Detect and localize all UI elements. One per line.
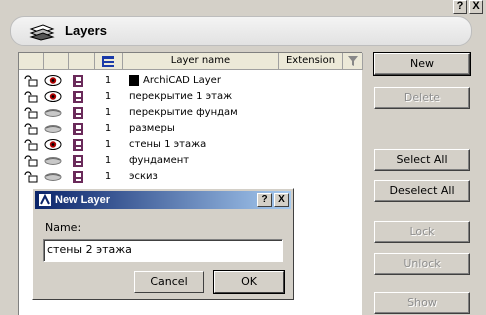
deselect-all-button[interactable]: Deselect All (374, 180, 470, 202)
intersection-group-icon (101, 56, 114, 67)
layer-row[interactable]: 1 ArchiCAD Layer (19, 73, 361, 89)
layer-row[interactable]: 1 фундамент (19, 153, 361, 169)
layer-name: эскиз (129, 171, 158, 182)
archicad-layer-icon (129, 75, 139, 86)
intersection-number: 1 (104, 123, 112, 134)
filter-button[interactable] (343, 53, 363, 70)
unlock-icon[interactable] (23, 122, 39, 135)
col-lock[interactable] (19, 53, 44, 70)
help-title-button[interactable]: ? (453, 0, 467, 14)
layer-name: ArchiCAD Layer (143, 75, 221, 86)
layer-name: фундамент (129, 155, 190, 166)
delete-button[interactable]: Delete (374, 87, 470, 109)
unlock-button[interactable]: Unlock (374, 253, 470, 275)
funnel-icon (347, 56, 358, 66)
dialog-title: New Layer (55, 194, 111, 206)
col-layer-name[interactable]: Layer name (123, 53, 279, 70)
lock-button[interactable]: Lock (374, 221, 470, 243)
layer-type-icon[interactable] (71, 138, 85, 152)
eye-open-icon[interactable] (44, 138, 62, 151)
cancel-button[interactable]: Cancel (134, 271, 204, 293)
eye-closed-icon[interactable] (44, 122, 62, 135)
col-wireframe[interactable] (69, 53, 95, 70)
new-button[interactable]: New (373, 52, 471, 76)
layers-window: ? X Layers Layer name Extension 1 ArchiC… (0, 0, 486, 315)
intersection-number: 1 (104, 107, 112, 118)
col-extension[interactable]: Extension (279, 53, 343, 70)
unlock-icon[interactable] (23, 170, 39, 183)
layer-type-icon[interactable] (71, 122, 85, 136)
layer-row[interactable]: 1 перекрытие 1 этаж (19, 89, 361, 105)
col-visibility[interactable] (44, 53, 69, 70)
dialog-help-button[interactable]: ? (257, 193, 272, 207)
intersection-number: 1 (104, 171, 112, 182)
layer-type-icon[interactable] (71, 90, 85, 104)
col-intersection[interactable] (95, 53, 123, 70)
eye-closed-icon[interactable] (44, 154, 62, 167)
unlock-icon[interactable] (23, 138, 39, 151)
close-title-button[interactable]: X (469, 0, 483, 14)
ok-button[interactable]: OK (213, 270, 285, 294)
eye-closed-icon[interactable] (44, 170, 62, 183)
layer-name: перекрытие фундам (129, 107, 238, 118)
archicad-icon (39, 193, 51, 206)
intersection-number: 1 (104, 91, 112, 102)
layer-name: перекрытие 1 этаж (129, 91, 233, 102)
show-button[interactable]: Show (374, 292, 470, 314)
layer-row[interactable]: 1 размеры (19, 121, 361, 137)
dialog-close-button[interactable]: X (274, 193, 289, 207)
layer-type-icon[interactable] (71, 106, 85, 120)
layer-type-icon[interactable] (71, 154, 85, 168)
layer-row[interactable]: 1 эскиз (19, 169, 361, 185)
unlock-icon[interactable] (23, 90, 39, 103)
layers-header: Layers (10, 16, 472, 46)
eye-open-icon[interactable] (44, 90, 62, 103)
unlock-icon[interactable] (23, 106, 39, 119)
layers-icon (29, 24, 55, 41)
intersection-number: 1 (104, 139, 112, 150)
layers-title: Layers (65, 23, 107, 38)
eye-open-icon[interactable] (44, 74, 62, 87)
layer-name: размеры (129, 123, 175, 134)
select-all-button[interactable]: Select All (374, 149, 470, 171)
intersection-number: 1 (104, 155, 112, 166)
dialog-titlebar[interactable]: New Layer ? X (35, 191, 291, 209)
name-label: Name: (45, 221, 82, 234)
layer-type-icon[interactable] (71, 170, 85, 184)
eye-closed-icon[interactable] (44, 106, 62, 119)
unlock-icon[interactable] (23, 154, 39, 167)
layer-row[interactable]: 1 стены 1 этажа (19, 137, 361, 153)
new-layer-dialog: New Layer ? X Name: стены 2 этажа Cancel… (32, 188, 294, 300)
unlock-icon[interactable] (23, 74, 39, 87)
layer-row[interactable]: 1 перекрытие фундам (19, 105, 361, 121)
intersection-number: 1 (104, 75, 112, 86)
layer-name-input[interactable]: стены 2 этажа (43, 239, 283, 262)
layer-name: стены 1 этажа (129, 139, 207, 150)
layer-type-icon[interactable] (71, 74, 85, 88)
